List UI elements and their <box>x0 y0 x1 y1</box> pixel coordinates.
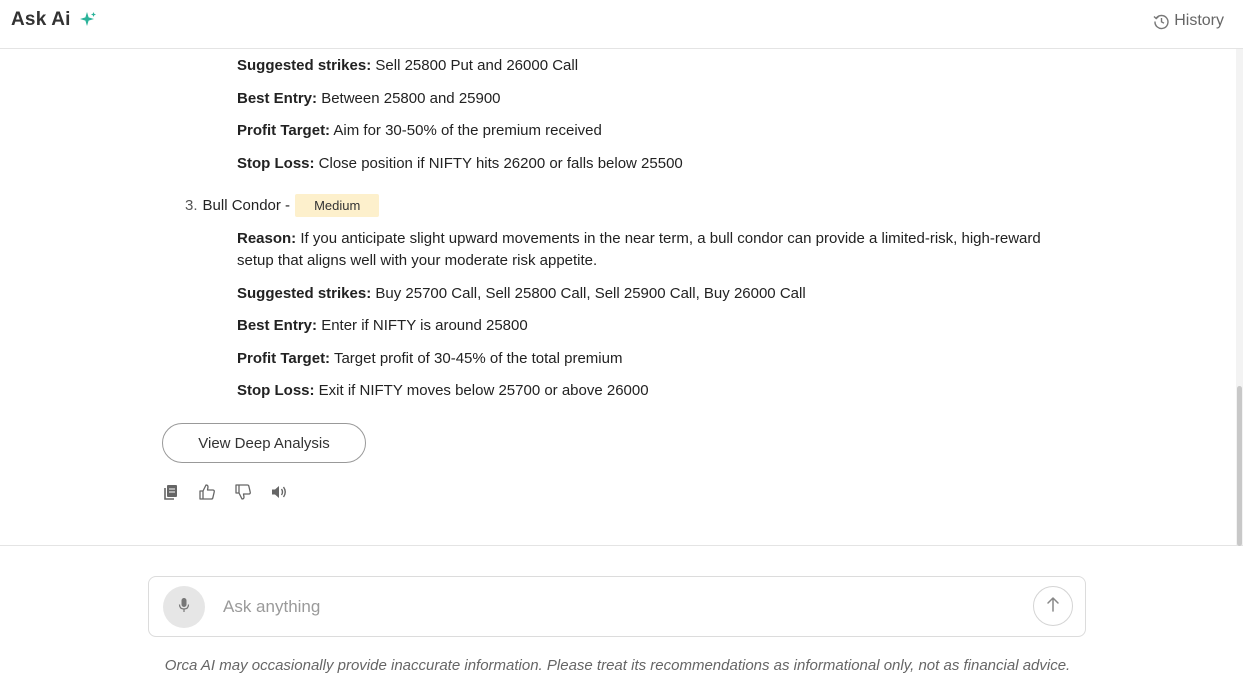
prev-best-entry: Best Entry: Between 25800 and 25900 <box>237 88 1057 110</box>
history-button[interactable]: History <box>1153 12 1224 30</box>
strategy-reason: Reason: If you anticipate slight upward … <box>237 228 1057 272</box>
arrow-up-icon <box>1046 596 1060 617</box>
strategy-number: 3. <box>185 197 198 214</box>
send-button[interactable] <box>1033 586 1073 626</box>
strategy-profit-target: Profit Target: Target profit of 30-45% o… <box>237 348 1057 370</box>
detail-label: Best Entry: <box>237 317 318 334</box>
view-deep-analysis-button[interactable]: View Deep Analysis <box>162 423 366 463</box>
prev-profit-target: Profit Target: Aim for 30-50% of the pre… <box>237 120 1057 142</box>
sparkle-icon <box>79 11 97 29</box>
detail-text: Target profit of 30-45% of the total pre… <box>333 350 623 367</box>
detail-label: Stop Loss: <box>237 155 315 172</box>
detail-label: Stop Loss: <box>237 382 315 399</box>
disclaimer-text: Orca AI may occasionally provide inaccur… <box>164 657 1071 674</box>
brand: Ask Ai <box>11 9 97 31</box>
prev-suggested-strikes: Suggested strikes: Sell 25800 Put and 26… <box>237 55 1057 77</box>
detail-text: Aim for 30-50% of the premium received <box>333 122 602 139</box>
scrollbar-thumb[interactable] <box>1237 386 1242 546</box>
chat-composer <box>148 576 1086 637</box>
app-title: Ask Ai <box>11 9 71 30</box>
strategy-best-entry: Best Entry: Enter if NIFTY is around 258… <box>237 315 1057 337</box>
detail-label: Best Entry: <box>237 90 318 107</box>
strategy-suggested-strikes: Suggested strikes: Buy 25700 Call, Sell … <box>237 283 1057 305</box>
app-header: Ask Ai History <box>0 0 1243 49</box>
risk-badge: Medium <box>295 194 380 217</box>
history-icon <box>1153 13 1170 30</box>
detail-text: Enter if NIFTY is around 25800 <box>321 317 528 334</box>
detail-label: Suggested strikes: <box>237 57 372 74</box>
strategy-stop-loss: Stop Loss: Exit if NIFTY moves below 257… <box>237 380 1057 402</box>
detail-text: Close position if NIFTY hits 26200 or fa… <box>318 155 683 172</box>
microphone-button[interactable] <box>163 586 205 628</box>
history-label: History <box>1174 12 1224 29</box>
copy-icon[interactable] <box>162 483 180 501</box>
detail-label: Suggested strikes: <box>237 285 372 302</box>
strategy-heading: 3. Bull Condor - Medium <box>185 194 380 217</box>
detail-text: Sell 25800 Put and 26000 Call <box>375 57 579 74</box>
ask-input[interactable] <box>223 593 1003 621</box>
detail-label: Profit Target: <box>237 350 331 367</box>
microphone-icon <box>177 597 191 618</box>
speaker-icon[interactable] <box>270 483 288 501</box>
thumbs-up-icon[interactable] <box>198 483 216 501</box>
detail-label: Profit Target: <box>237 122 331 139</box>
detail-text: Between 25800 and 25900 <box>321 90 501 107</box>
strategy-name: Bull Condor - <box>202 197 291 214</box>
detail-text: Exit if NIFTY moves below 25700 or above… <box>318 382 649 399</box>
thumbs-down-icon[interactable] <box>234 483 252 501</box>
detail-label: Reason: <box>237 230 297 247</box>
detail-text: Buy 25700 Call, Sell 25800 Call, Sell 25… <box>375 285 806 302</box>
message-actions <box>162 483 288 501</box>
prev-stop-loss: Stop Loss: Close position if NIFTY hits … <box>237 153 1057 175</box>
detail-text: If you anticipate slight upward movement… <box>237 230 1041 269</box>
conversation-area[interactable]: Suggested strikes: Sell 25800 Put and 26… <box>0 49 1243 546</box>
